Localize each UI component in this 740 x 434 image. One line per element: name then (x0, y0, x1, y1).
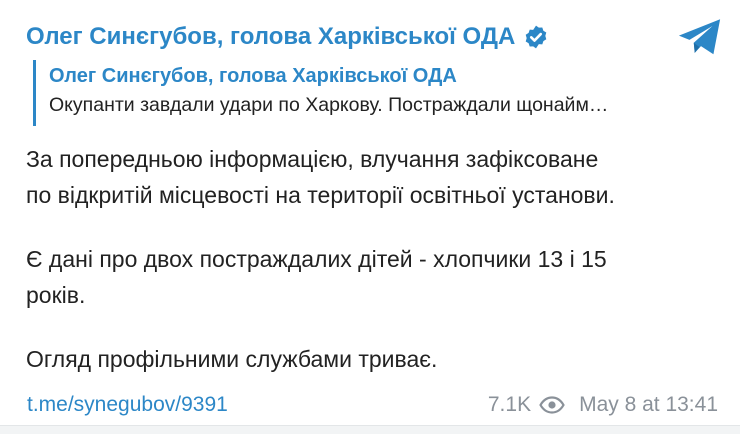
message-line: років. (26, 282, 86, 308)
reply-author: Олег Синєгубов, голова Харківської ОДА (49, 65, 457, 87)
message-line: За попередньою інформацією, влучання заф… (26, 146, 599, 172)
eye-icon (539, 396, 565, 414)
post-meta: 7.1K May 8 at 13:41 (488, 390, 718, 420)
view-count: 7.1K (487, 393, 532, 416)
telegram-post-card: Олег Синєгубов, голова Харківської ОДА О… (0, 0, 740, 426)
message-line: Огляд профільними службами триває. (26, 346, 438, 372)
telegram-plane-icon[interactable] (677, 16, 723, 58)
post-header: Олег Синєгубов, голова Харківської ОДА (26, 20, 549, 54)
verified-badge-icon (526, 25, 547, 49)
reply-text: Окупанти завдали удари по Харкову. Постр… (49, 94, 609, 116)
post-timestamp: May 8 at 13:41 (579, 393, 718, 416)
channel-name[interactable]: Олег Синєгубов, голова Харківської ОДА (26, 20, 515, 54)
message-line: по відкритій місцевості на території осв… (26, 182, 615, 208)
message-line: Є дані про двох постраждалих дітей - хло… (26, 246, 607, 272)
post-link[interactable]: t.me/synegubov/9391 (27, 390, 228, 420)
reply-quote[interactable]: Олег Синєгубов, голова Харківської ОДА О… (33, 60, 723, 126)
